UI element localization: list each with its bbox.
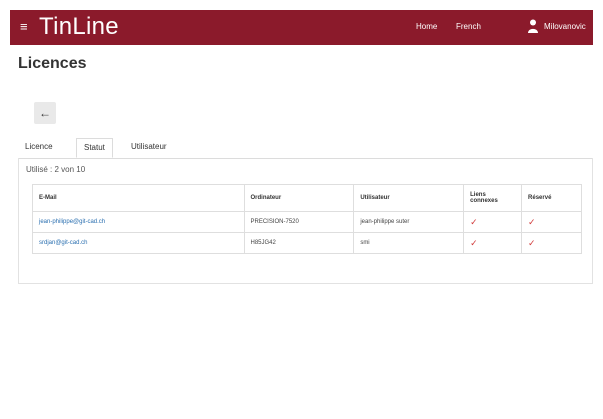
email-cell[interactable]: srdjan@git-cad.ch bbox=[32, 232, 245, 254]
table-row[interactable]: srdjan@git-cad.ch H85JG42 smi ✓ ✓ bbox=[32, 232, 582, 254]
page-title: Licences bbox=[18, 55, 87, 72]
checkmark-icon: ✓ bbox=[528, 216, 536, 227]
user-cell: smi bbox=[353, 232, 465, 254]
linked-cell: ✓ bbox=[463, 211, 523, 233]
table-header-row: E-Mail Ordinateur Utilisateur Liens conn… bbox=[32, 184, 582, 212]
licence-status-table: E-Mail Ordinateur Utilisateur Liens conn… bbox=[32, 184, 582, 254]
tab-bar: Licence Statut Utilisateur bbox=[18, 138, 593, 159]
back-button[interactable]: ← bbox=[34, 102, 56, 124]
checkmark-icon: ✓ bbox=[528, 237, 536, 248]
hamburger-menu-icon[interactable]: ≡ bbox=[20, 19, 28, 35]
tab-utilisateur[interactable]: Utilisateur bbox=[124, 138, 174, 158]
arrow-left-icon: ← bbox=[39, 106, 51, 120]
usage-count: Utilisé : 2 von 10 bbox=[26, 165, 86, 174]
computer-cell: PRECISION-7520 bbox=[243, 211, 355, 233]
app-frame: ≡ TinLine Home French Milovanovic Licenc… bbox=[10, 10, 593, 419]
reserved-cell: ✓ bbox=[521, 211, 582, 233]
status-panel: Utilisé : 2 von 10 E-Mail Ordinateur Uti… bbox=[18, 158, 593, 284]
table-row[interactable]: jean-philippe@git-cad.ch PRECISION-7520 … bbox=[32, 211, 582, 233]
column-header-user[interactable]: Utilisateur bbox=[353, 184, 465, 212]
checkmark-icon: ✓ bbox=[470, 237, 478, 248]
top-navigation-bar: ≡ TinLine Home French Milovanovic bbox=[10, 10, 593, 45]
reserved-cell: ✓ bbox=[521, 232, 582, 254]
tab-statut[interactable]: Statut bbox=[76, 138, 113, 158]
user-cell: jean-philippe suter bbox=[353, 211, 465, 233]
column-header-email[interactable]: E-Mail bbox=[32, 184, 245, 212]
checkmark-icon: ✓ bbox=[470, 216, 478, 227]
user-menu[interactable]: Milovanovic bbox=[544, 22, 586, 31]
person-icon bbox=[528, 19, 538, 33]
linked-cell: ✓ bbox=[463, 232, 523, 254]
computer-cell: H85JG42 bbox=[243, 232, 355, 254]
column-header-linked[interactable]: Liens connexes bbox=[463, 184, 523, 212]
tab-licence[interactable]: Licence bbox=[18, 138, 60, 158]
brand-logo[interactable]: TinLine bbox=[39, 14, 119, 40]
column-header-reserved[interactable]: Réservé bbox=[521, 184, 582, 212]
email-cell[interactable]: jean-philippe@git-cad.ch bbox=[32, 211, 245, 233]
nav-home-link[interactable]: Home bbox=[416, 22, 437, 31]
language-selector[interactable]: French bbox=[456, 22, 481, 31]
column-header-computer[interactable]: Ordinateur bbox=[243, 184, 355, 212]
